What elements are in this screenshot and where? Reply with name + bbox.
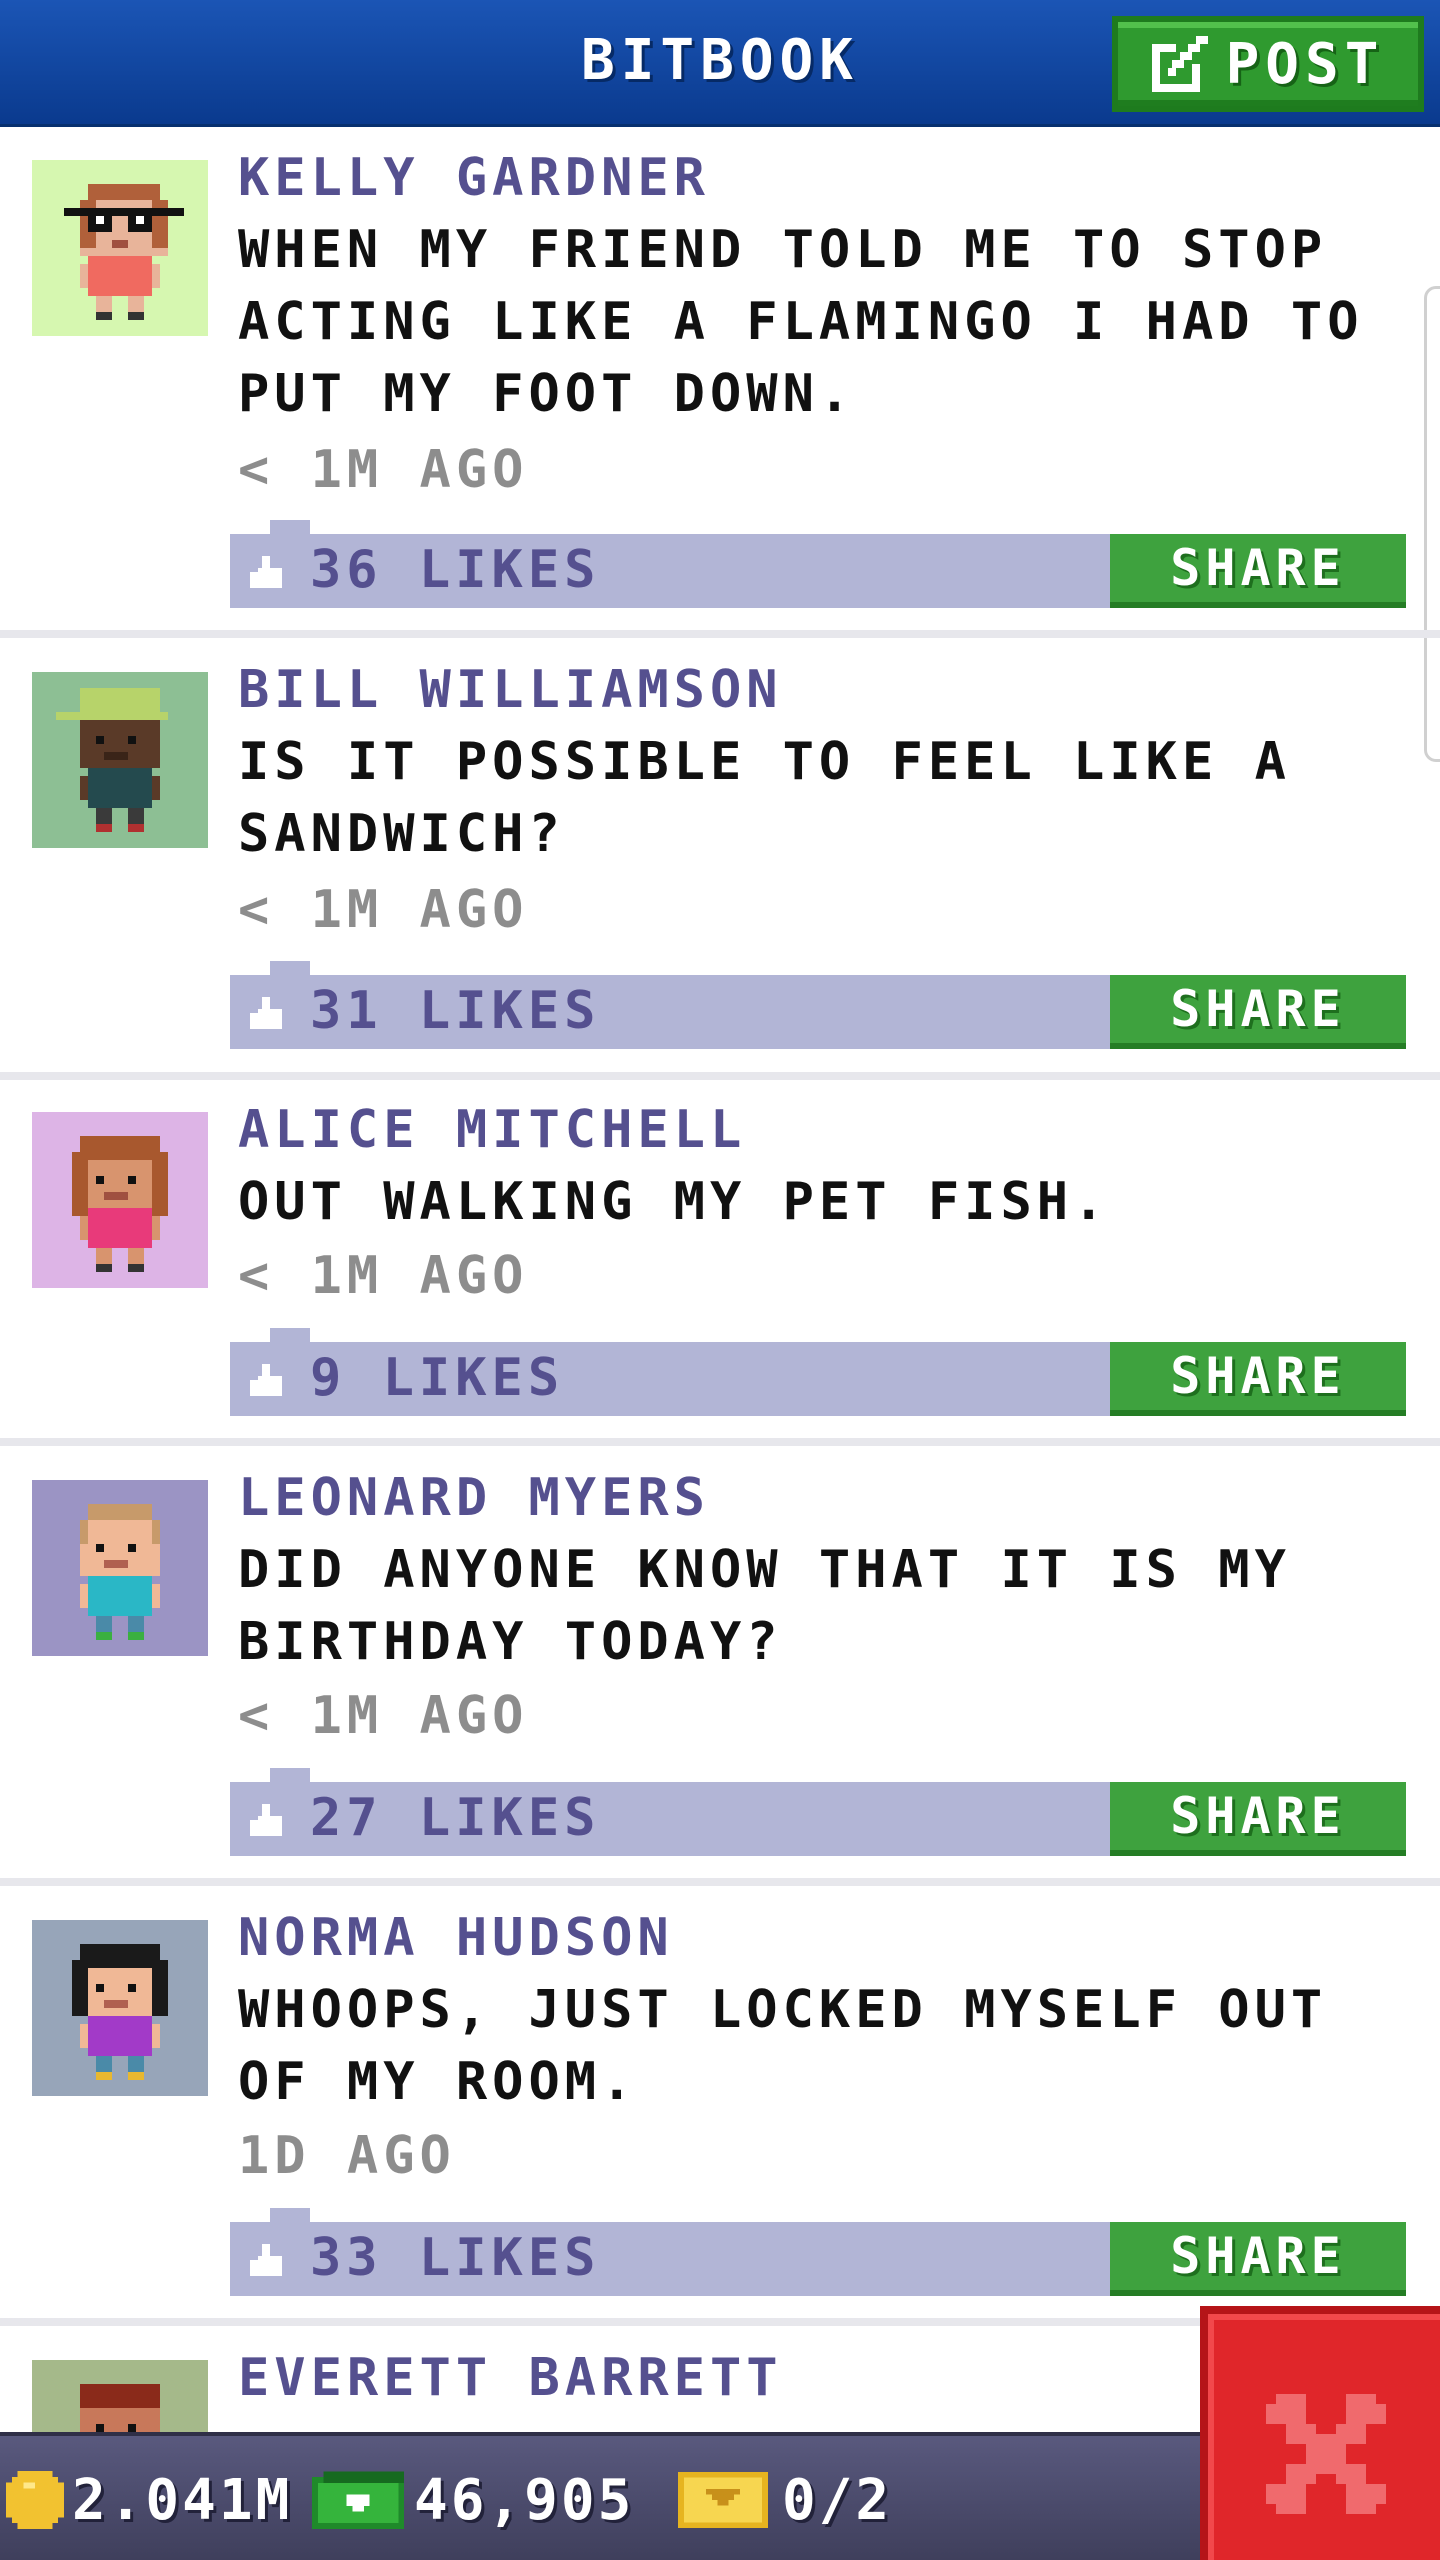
share-button-label: SHARE — [1170, 539, 1346, 597]
coin-icon — [6, 2471, 64, 2529]
like-bar-tab — [270, 520, 310, 534]
like-bar[interactable]: 36 LIKES SHARE — [230, 520, 1406, 608]
like-bar-tab — [270, 2208, 310, 2222]
post-message: OUT WALKING MY PET FISH. — [238, 1172, 1110, 1232]
post-time: 1D AGO — [238, 2126, 456, 2186]
divider — [0, 1878, 1440, 1886]
scrollbar[interactable] — [1424, 286, 1440, 762]
author-name[interactable]: BILL WILLIAMSON — [238, 660, 783, 720]
like-bar[interactable]: 31 LIKES SHARE — [230, 961, 1406, 1049]
divider — [0, 630, 1440, 638]
tickets-value: 0/2 — [782, 2467, 893, 2533]
divider — [0, 1072, 1440, 1080]
bux-value: 46,905 — [414, 2467, 635, 2533]
tickets-stat: 0/2 — [678, 2436, 892, 2560]
post-button[interactable]: POST — [1112, 16, 1424, 112]
like-count: 31 LIKES — [310, 981, 601, 1041]
post-message: WHEN MY FRIEND TOLD ME TO STOP ACTING LI… — [238, 220, 1364, 424]
edit-icon — [1151, 36, 1208, 92]
like-bar[interactable]: 27 LIKES SHARE — [230, 1768, 1406, 1856]
ticket-icon — [678, 2472, 768, 2528]
share-button-label: SHARE — [1170, 980, 1346, 1038]
avatar[interactable] — [32, 160, 208, 336]
like-count: 36 LIKES — [310, 540, 601, 600]
coins-value: 2.041M — [72, 2467, 293, 2533]
author-name[interactable]: ALICE MITCHELL — [238, 1100, 746, 1160]
share-button[interactable]: SHARE — [1110, 2222, 1406, 2296]
avatar[interactable] — [32, 1480, 208, 1656]
close-icon — [1266, 2394, 1386, 2514]
like-bar[interactable]: 33 LIKES SHARE — [230, 2208, 1406, 2296]
like-bar-tab — [270, 1328, 310, 1342]
share-button[interactable]: SHARE — [1110, 975, 1406, 1049]
post-time: < 1M AGO — [238, 880, 529, 940]
avatar[interactable] — [32, 1112, 208, 1288]
thumbs-up-icon — [250, 2244, 282, 2276]
thumbs-up-icon — [250, 556, 282, 588]
author-name[interactable]: NORMA HUDSON — [238, 1908, 674, 1968]
author-name[interactable]: KELLY GARDNER — [238, 148, 710, 208]
post-message: DID ANYONE KNOW THAT IT IS MY BIRTHDAY T… — [238, 1540, 1291, 1672]
like-count: 27 LIKES — [310, 1788, 601, 1848]
share-button[interactable]: SHARE — [1110, 1342, 1406, 1416]
bux-stat: 46,905 — [312, 2436, 634, 2560]
divider — [0, 1438, 1440, 1446]
post-message: WHOOPS, JUST LOCKED MYSELF OUT OF MY ROO… — [238, 1980, 1328, 2112]
coins-stat: 2.041M — [6, 2436, 292, 2560]
post-button-label: POST — [1225, 31, 1385, 97]
post-time: < 1M AGO — [238, 1246, 529, 1306]
like-bar-tab — [270, 961, 310, 975]
thumbs-up-icon — [250, 997, 282, 1029]
bux-icon — [312, 2471, 404, 2529]
like-bar[interactable]: 9 LIKES SHARE — [230, 1328, 1406, 1416]
close-button[interactable] — [1200, 2306, 1440, 2560]
share-button[interactable]: SHARE — [1110, 534, 1406, 608]
author-name[interactable]: LEONARD MYERS — [238, 1468, 710, 1528]
avatar[interactable] — [32, 1920, 208, 2096]
share-button-label: SHARE — [1170, 1787, 1346, 1845]
like-count: 9 LIKES — [310, 1348, 565, 1408]
share-button-label: SHARE — [1170, 1347, 1346, 1405]
thumbs-up-icon — [250, 1804, 282, 1836]
thumbs-up-icon — [250, 1364, 282, 1396]
avatar[interactable] — [32, 672, 208, 848]
post-time: < 1M AGO — [238, 1686, 529, 1746]
app-header: BITBOOK POST — [0, 0, 1440, 127]
share-button[interactable]: SHARE — [1110, 1782, 1406, 1856]
post-message: IS IT POSSIBLE TO FEEL LIKE A SANDWICH? — [238, 732, 1291, 864]
post-time: < 1M AGO — [238, 440, 529, 500]
share-button-label: SHARE — [1170, 2227, 1346, 2285]
author-name[interactable]: EVERETT BARRETT — [238, 2348, 783, 2408]
like-count: 33 LIKES — [310, 2228, 601, 2288]
like-bar-tab — [270, 1768, 310, 1782]
